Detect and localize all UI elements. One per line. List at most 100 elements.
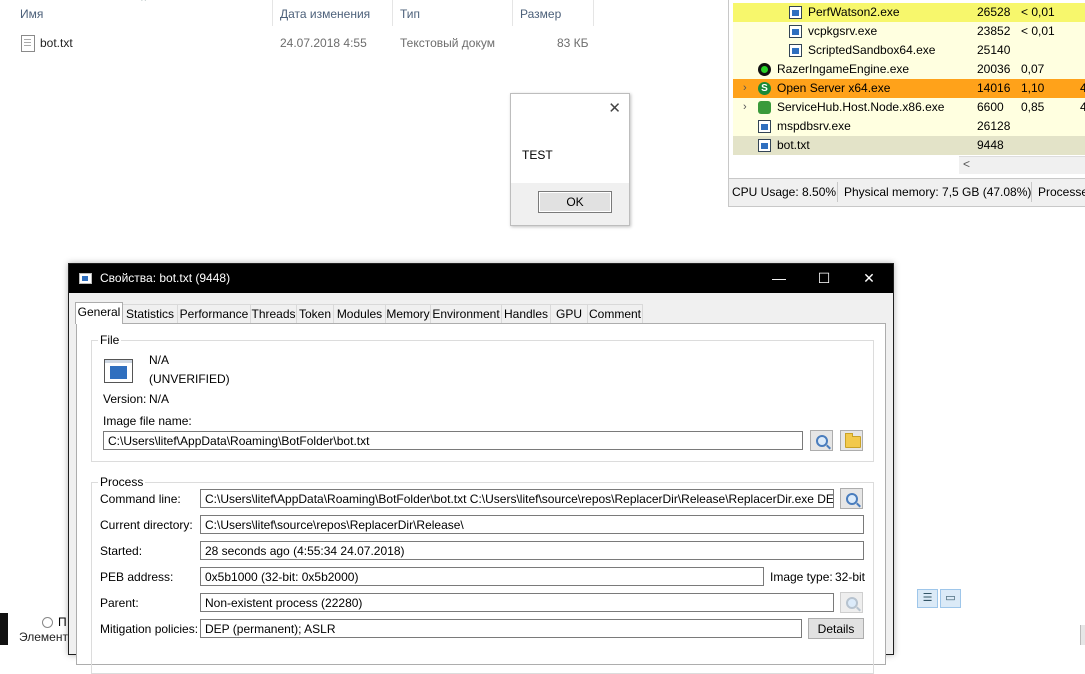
column-header-name[interactable]: Имя	[20, 0, 43, 30]
properties-window: Свойства: bot.txt (9448) — ☐ ✕ General St…	[68, 263, 894, 674]
magnifier-icon	[816, 435, 828, 447]
tab-threads[interactable]: Threads	[250, 304, 297, 323]
details-button[interactable]: Details	[808, 618, 864, 639]
folder-icon	[845, 433, 861, 448]
tab-environment[interactable]: Environment	[430, 304, 502, 323]
process-cpu: < 0,01	[1021, 5, 1055, 19]
process-cpu: < 0,01	[1021, 24, 1055, 38]
window-icon	[79, 273, 92, 284]
column-separator[interactable]	[512, 0, 513, 26]
process-name: ScriptedSandbox64.exe	[808, 43, 936, 57]
close-icon[interactable]: ✕	[608, 99, 621, 117]
process-cpu: 1,10	[1021, 81, 1045, 95]
status-bar: CPU Usage: 8.50% Physical memory: 7,5 GB…	[729, 178, 1085, 206]
current-directory-label: Current directory:	[100, 518, 193, 532]
thumbnail-view-icon[interactable]: ▭	[940, 589, 961, 608]
process-row[interactable]: PerfWatson2.exe 26528 < 0,01	[733, 3, 1085, 22]
view-toggle: ☰ ▭	[917, 589, 963, 608]
column-header-date[interactable]: Дата изменения	[280, 0, 370, 30]
image-type-label: Image type:	[770, 570, 833, 584]
process-pid: 23852	[977, 24, 1011, 38]
bottom-left-panel: П Элемент	[0, 613, 70, 645]
window-icon	[789, 6, 802, 19]
tab-general[interactable]: General	[75, 302, 123, 324]
taskbar-edge	[0, 613, 8, 645]
file-type: Текстовый докум	[400, 36, 495, 50]
process-row[interactable]: vcpkgsrv.exe 23852 < 0,01	[733, 22, 1085, 41]
maximize-button[interactable]: ☐	[809, 268, 839, 288]
sort-ascending-icon: ⌃	[139, 0, 149, 9]
file-size: 83 КБ	[557, 36, 589, 50]
tab-performance[interactable]: Performance	[177, 304, 251, 323]
file-date: 24.07.2018 4:55	[280, 36, 367, 50]
tab-gpu[interactable]: GPU	[550, 304, 588, 323]
company-name: N/A	[149, 353, 170, 367]
scroll-left-icon[interactable]: <	[963, 157, 970, 171]
tab-handles[interactable]: Handles	[501, 304, 551, 323]
open-server-icon: S	[758, 82, 771, 95]
tab-statistics[interactable]: Statistics	[122, 304, 178, 323]
process-pid: 20036	[977, 62, 1011, 76]
process-pid: 25140	[977, 43, 1011, 57]
tab-token[interactable]: Token	[296, 304, 334, 323]
text-file-icon	[21, 35, 35, 52]
mitigation-policies-field[interactable]: DEP (permanent); ASLR	[200, 619, 802, 638]
process-row[interactable]: bot.txt 9448	[733, 136, 1085, 155]
process-pid: 6600	[977, 100, 1004, 114]
image-file-name-field[interactable]: C:\Users\litef\AppData\Roaming\BotFolder…	[103, 431, 803, 450]
radio-button[interactable]	[42, 617, 53, 628]
inspect-parent-button[interactable]	[840, 592, 863, 613]
window-icon	[758, 139, 771, 152]
tab-comment[interactable]: Comment	[587, 304, 643, 323]
radio-label: П	[58, 615, 67, 629]
command-line-label: Command line:	[100, 492, 181, 506]
started-field[interactable]: 28 seconds ago (4:55:34 24.07.2018)	[200, 541, 864, 560]
column-header-type[interactable]: Тип	[400, 0, 420, 30]
parent-label: Parent:	[100, 596, 139, 610]
process-row[interactable]: mspdbsrv.exe 26128	[733, 117, 1085, 136]
details-view-icon[interactable]: ☰	[917, 589, 938, 608]
process-pid: 14016	[977, 81, 1011, 95]
column-header-size[interactable]: Размер	[520, 0, 561, 30]
started-label: Started:	[100, 544, 143, 558]
tab-modules[interactable]: Modules	[333, 304, 386, 323]
tab-memory[interactable]: Memory	[385, 304, 431, 323]
expand-chevron-icon[interactable]: ›	[743, 79, 747, 98]
window-icon	[789, 44, 802, 57]
verification-status: (UNVERIFIED)	[149, 372, 230, 386]
process-row[interactable]: › ServiceHub.Host.Node.x86.exe 6600 0,85 4	[733, 98, 1085, 117]
message-text: TEST	[522, 148, 553, 162]
expand-chevron-icon[interactable]: ›	[743, 98, 747, 117]
process-row[interactable]: ScriptedSandbox64.exe 25140	[733, 41, 1085, 60]
column-separator[interactable]	[593, 0, 594, 26]
minimize-button[interactable]: —	[764, 268, 794, 288]
process-pid: 26128	[977, 119, 1011, 133]
column-separator[interactable]	[272, 0, 273, 26]
ok-button[interactable]: OK	[538, 191, 612, 213]
process-row[interactable]: › S Open Server x64.exe 14016 1,10 4	[733, 79, 1085, 98]
message-box: ✕ TEST OK	[510, 93, 630, 226]
parent-field[interactable]: Non-existent process (22280)	[200, 593, 834, 612]
magnifier-icon	[846, 493, 858, 505]
process-group-label: Process	[98, 475, 146, 489]
peb-address-field[interactable]: 0x5b1000 (32-bit: 0x5b2000)	[200, 567, 764, 586]
open-folder-button[interactable]	[840, 430, 863, 451]
file-name[interactable]: bot.txt	[40, 32, 73, 54]
window-icon	[789, 25, 802, 38]
process-row[interactable]: RazerIngameEngine.exe 20036 0,07	[733, 60, 1085, 79]
close-button[interactable]: ✕	[854, 268, 884, 288]
memory-status: Physical memory: 7,5 GB (47.08%)	[844, 185, 1032, 199]
inspect-command-button[interactable]	[840, 488, 863, 509]
version-value: N/A	[149, 392, 170, 406]
elements-label: Элемент	[19, 630, 68, 644]
image-file-name-label: Image file name:	[103, 414, 192, 428]
servicehub-icon	[758, 101, 771, 114]
title-bar[interactable]: Свойства: bot.txt (9448) — ☐ ✕	[69, 264, 893, 293]
column-separator[interactable]	[392, 0, 393, 26]
command-line-field[interactable]: C:\Users\litef\AppData\Roaming\BotFolder…	[200, 489, 834, 508]
process-cpu: 0,07	[1021, 62, 1045, 76]
search-online-button[interactable]	[810, 430, 833, 451]
current-directory-field[interactable]: C:\Users\litef\source\repos\ReplacerDir\…	[200, 515, 864, 534]
horizontal-scrollbar[interactable]: <	[959, 156, 1085, 174]
window-title: Свойства: bot.txt (9448)	[100, 271, 231, 285]
